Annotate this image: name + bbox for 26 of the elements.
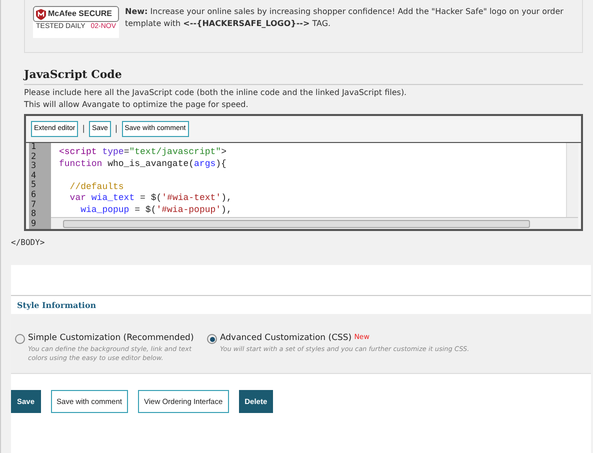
option-label[interactable]: Advanced Customization (CSS) <box>220 333 352 343</box>
line-number: 1 <box>31 143 38 152</box>
section-title: Style Information <box>17 300 96 310</box>
radio-button[interactable] <box>15 334 25 344</box>
line-number: 2 <box>31 152 38 162</box>
line-number: 8 <box>31 210 38 220</box>
notice-text: New: Increase your online sales by increasing shopper confidence! Add the "Hacker Safe" logo on your order template with <--{HACKERSAFE_LOGO}--> TAG. <box>125 6 564 30</box>
code-text[interactable]: <script type="text/javascript"> function who_is_avangate(args){ //defaults var wia_text = $('#wia-text'), wia_popup = $('#wia-popup'), <box>51 143 566 217</box>
line-number: 3 <box>31 162 38 172</box>
line-number: 6 <box>31 190 38 200</box>
description-text: This will allow Avangate to optimize the page for speed. <box>24 98 250 110</box>
separator-text: | <box>114 122 118 135</box>
section-title: JavaScript Code <box>24 67 583 84</box>
line-number: 9 <box>31 220 38 229</box>
line-number: 7 <box>31 200 38 210</box>
line-number: 4 <box>31 172 38 181</box>
body-close-tag: </BODY> <box>11 237 593 249</box>
horizontal-scrollbar[interactable] <box>51 217 578 229</box>
line-number: 5 <box>31 181 38 190</box>
radio-button[interactable] <box>207 334 217 344</box>
separator-text: | <box>82 122 85 135</box>
badge-brand: McAfee SECURE <box>48 8 112 20</box>
option-label[interactable]: Simple Customization (Recommended) <box>28 333 194 343</box>
description-text: Please include here all the JavaScript code (both the inline code and the linked JavaScript files). <box>24 86 408 98</box>
shield-icon <box>36 8 46 20</box>
vertical-scrollbar[interactable] <box>566 143 578 217</box>
